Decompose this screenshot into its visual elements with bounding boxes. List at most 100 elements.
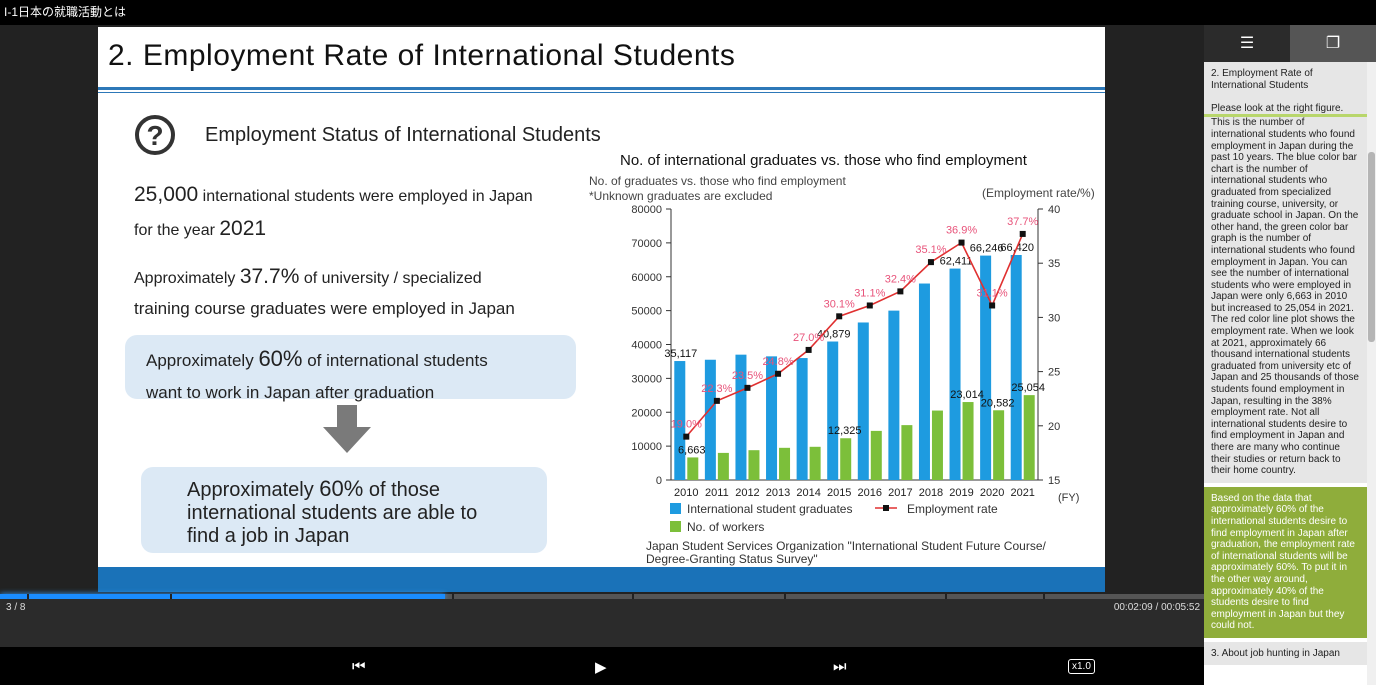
time-display: 00:02:09 / 00:05:52: [1113, 602, 1200, 613]
stat-text: Approximately: [134, 270, 240, 287]
left-tick-label: 60000: [631, 272, 662, 284]
x-tick-label: 2019: [949, 487, 973, 499]
rate-point: [836, 313, 843, 320]
slide-subtitle: Employment Status of International Stude…: [205, 124, 601, 146]
notes-icon: ❐: [1325, 35, 1341, 52]
left-tick-label: 50000: [631, 306, 662, 318]
rate-data-label: 27.0%: [793, 332, 824, 344]
callout-box-want-to-work: Approximately 60% of international stude…: [125, 335, 576, 402]
slide-viewer: 2. Employment Rate of International Stud…: [0, 25, 1204, 595]
callout-text: of those: [363, 479, 441, 501]
callout-number: 60%: [258, 346, 303, 371]
bar-data-label: 23,014: [950, 389, 984, 401]
rate-point: [775, 370, 782, 377]
title-rule: [98, 87, 1105, 90]
left-tick-label: 10000: [631, 441, 662, 453]
rate-data-label: 23.5%: [732, 370, 763, 382]
stat-line-3: Approximately 37.7% of university / spec…: [134, 265, 482, 289]
x-tick-label: 2012: [735, 487, 759, 499]
list-icon: ☰: [1239, 35, 1255, 52]
bar-workers: [840, 438, 852, 480]
stat-line-4: training course graduates were employed …: [134, 299, 515, 318]
right-tick-label: 15: [1048, 475, 1060, 487]
rate-point: [989, 302, 996, 309]
note-title: 2. Employment Rate of International Stud…: [1211, 68, 1313, 91]
callout-text: Approximately: [146, 351, 259, 370]
bar-workers: [993, 410, 1005, 480]
chart-title: No. of international graduates vs. those…: [620, 152, 1027, 169]
bar-workers: [870, 430, 882, 480]
x-tick-label: 2021: [1010, 487, 1034, 499]
rate-point: [897, 288, 904, 295]
playback-speed-button[interactable]: x1.0: [1068, 659, 1095, 674]
tab-notes[interactable]: ❐: [1290, 25, 1376, 62]
x-tick-label: 2014: [796, 487, 820, 499]
rate-data-label: 35.1%: [915, 244, 946, 256]
bar-data-label: 12,325: [828, 425, 862, 437]
callout-box-find-job: Approximately 60% of those international…: [141, 467, 547, 553]
source-line: Degree-Granting Status Survey": [646, 552, 818, 566]
stat-line-2: for the year 2021: [134, 217, 266, 241]
notes-scrollbar[interactable]: [1367, 62, 1376, 685]
rate-point: [958, 239, 965, 246]
x-tick-label: 2016: [858, 487, 882, 499]
legend-marker-rate: [883, 505, 889, 511]
note-text: Please look at the right figure.: [1211, 102, 1344, 114]
next-icon[interactable]: ⏭: [833, 658, 847, 675]
legend-swatch-graduates: [670, 503, 681, 514]
note-item-next[interactable]: 3. About job hunting in Japan: [1204, 641, 1367, 665]
slide-footer-band: [98, 567, 1105, 592]
callout-text: international students are able to: [187, 502, 478, 524]
scrollbar-thumb[interactable]: [1368, 152, 1375, 342]
left-tick-label: 40000: [631, 340, 662, 352]
bar-workers: [809, 446, 821, 480]
previous-icon[interactable]: ⏮: [352, 658, 366, 675]
callout-number: 60%: [319, 476, 364, 501]
bar-workers: [931, 410, 943, 480]
bar-graduates: [827, 341, 839, 480]
rate-data-label: 36.9%: [946, 225, 977, 237]
bar-workers: [687, 457, 699, 480]
rate-data-label: 22.3%: [701, 383, 732, 395]
stat-text: international students were employed in …: [198, 188, 533, 205]
legend-label-graduates: International student graduates: [687, 502, 852, 516]
left-tick-label: 0: [656, 475, 662, 487]
play-icon[interactable]: ▶: [595, 658, 607, 676]
rate-point: [713, 397, 720, 404]
x-tick-label: 2011: [705, 487, 729, 499]
note-text: This is the number of international stud…: [1204, 114, 1367, 476]
rate-data-label: 19.0%: [671, 419, 702, 431]
left-tick-label: 70000: [631, 238, 662, 250]
notes-panel: 2. Employment Rate of International Stud…: [1204, 62, 1367, 685]
tab-outline[interactable]: ☰: [1204, 25, 1290, 62]
question-icon: ?: [135, 115, 175, 155]
page-indicator: 3 / 8: [6, 602, 26, 613]
bar-workers: [717, 452, 729, 480]
stat-number: 37.7%: [239, 265, 300, 288]
player-controls: ⏮ ▶ ⏭ x1.0: [0, 648, 1204, 685]
down-arrow-icon: [323, 405, 371, 453]
rate-data-label: 31.1%: [854, 287, 885, 299]
bar-graduates: [1010, 255, 1022, 480]
rate-data-label: 24.8%: [762, 356, 793, 368]
slide-title: 2. Employment Rate of International Stud…: [108, 39, 736, 72]
note-item-current[interactable]: 2. Employment Rate of International Stud…: [1204, 62, 1367, 483]
bar-graduates: [888, 310, 900, 480]
rate-point: [805, 346, 812, 353]
bar-graduates: [949, 268, 961, 480]
rate-point: [1019, 230, 1026, 237]
callout-text: of international students: [302, 351, 488, 370]
rate-point: [744, 384, 751, 391]
bar-workers: [748, 450, 760, 480]
note-item-highlighted[interactable]: Based on the data that approximately 60%…: [1204, 486, 1367, 638]
slide: 2. Employment Rate of International Stud…: [98, 27, 1105, 592]
right-tick-label: 40: [1048, 204, 1060, 216]
bar-data-label: 20,582: [981, 397, 1015, 409]
right-tick-label: 25: [1048, 367, 1060, 379]
rate-point: [683, 433, 690, 440]
rate-point: [927, 259, 934, 266]
stat-number: 25,000: [134, 183, 199, 206]
bar-workers: [1023, 395, 1035, 480]
rate-data-label: 37.7%: [1007, 216, 1038, 228]
x-tick-label: 2010: [674, 487, 698, 499]
